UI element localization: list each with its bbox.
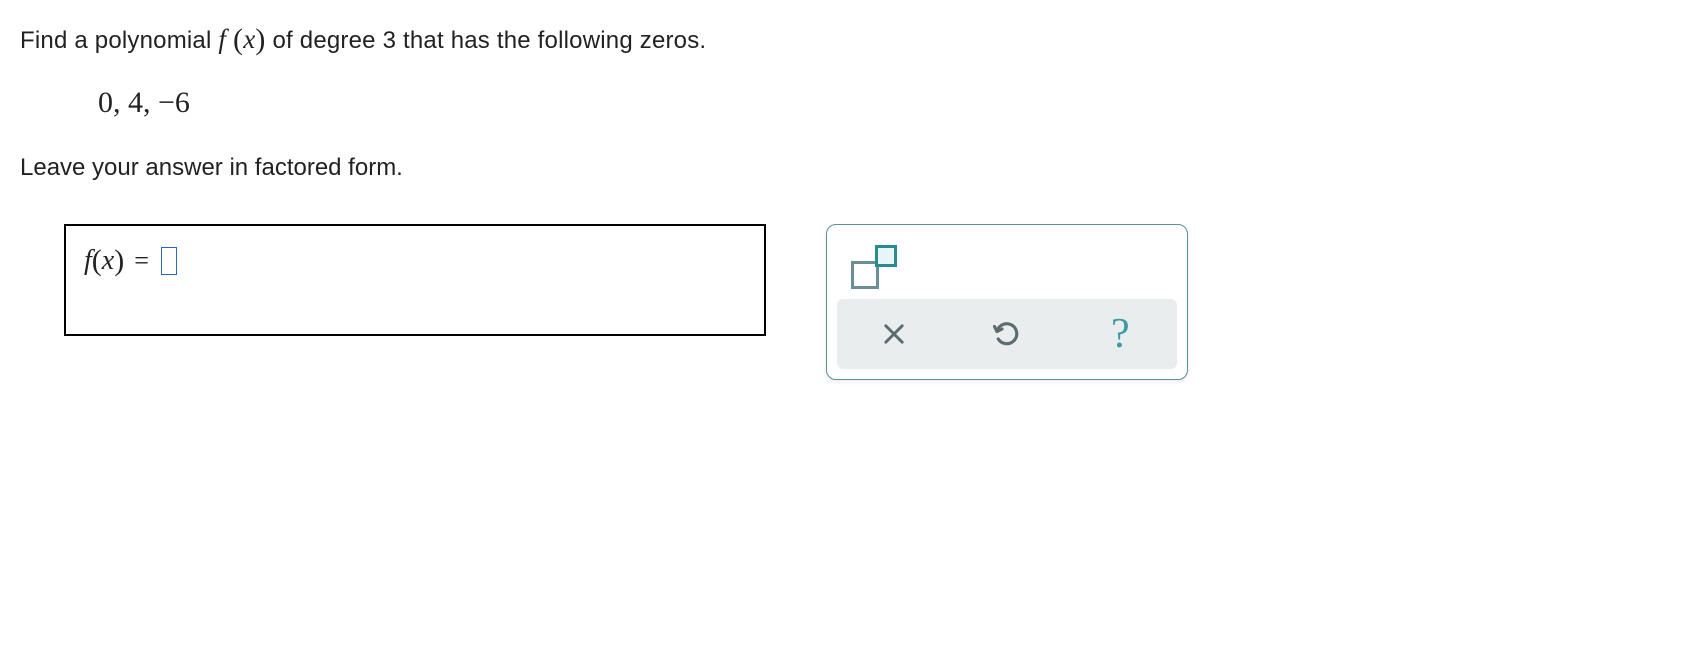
help-icon: ? (1111, 313, 1130, 355)
undo-icon (992, 319, 1022, 349)
question-line-1: Find a polynomial f (x) of degree 3 that… (20, 22, 1668, 56)
question-note: Leave your answer in factored form. (20, 154, 1668, 182)
answer-input[interactable] (161, 247, 177, 275)
tool-panel: ? (826, 224, 1188, 380)
tool-top-row (837, 235, 1177, 299)
answer-box: f (x) = (64, 224, 766, 336)
exponent-sup-icon (875, 245, 897, 267)
work-row: f (x) = (20, 224, 1668, 380)
tool-bottom-row: ? (837, 299, 1177, 369)
answer-content: f (x) = (84, 244, 177, 278)
exponent-tool-button[interactable] (851, 245, 897, 289)
close-paren: ) (114, 244, 124, 278)
answer-lhs-x: x (102, 245, 114, 277)
open-paren: ( (92, 244, 102, 278)
close-icon (880, 320, 908, 348)
equals-sign: = (134, 246, 149, 276)
help-button[interactable]: ? (1075, 306, 1165, 362)
undo-button[interactable] (962, 306, 1052, 362)
question-text-post: of degree 3 that has the following zeros… (266, 27, 707, 54)
clear-button[interactable] (849, 306, 939, 362)
zeros-list: 0, 4, −6 (98, 86, 1668, 120)
question-container: Find a polynomial f (x) of degree 3 that… (0, 0, 1688, 380)
fx-inline: f (x) (218, 24, 265, 54)
question-text-pre: Find a polynomial (20, 27, 218, 54)
answer-lhs-f: f (84, 245, 92, 277)
